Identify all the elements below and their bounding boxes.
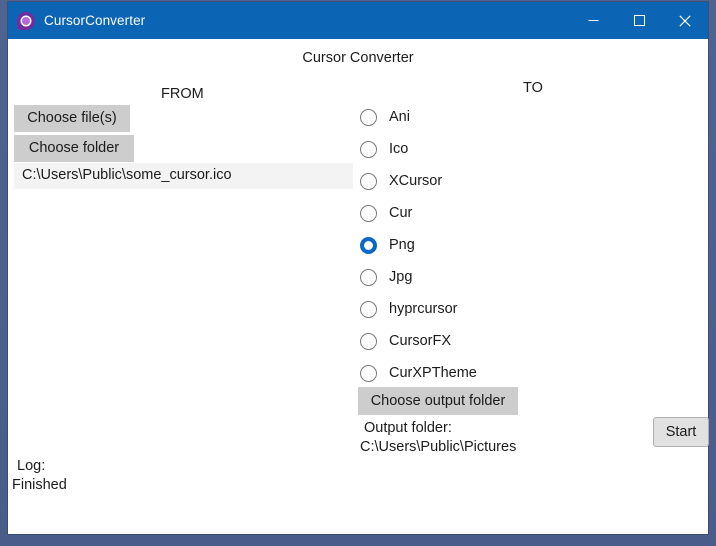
radio-label: XCursor (389, 173, 443, 189)
log-line: Finished (12, 477, 67, 493)
radio-option-jpg[interactable]: Jpg (360, 261, 580, 293)
radio-label: Jpg (389, 269, 413, 285)
client-area: Cursor Converter FROM TO Choose file(s) … (8, 39, 709, 534)
app-window: CursorConverter Cursor Converter FROM TO… (8, 2, 709, 534)
from-section-label: FROM (161, 86, 204, 102)
app-icon-inner-dot (22, 16, 30, 25)
radio-option-ico[interactable]: Ico (360, 133, 580, 165)
output-folder-info: Output folder: C:\Users\Public\Pictures (360, 419, 516, 457)
selected-files-list[interactable]: C:\Users\Public\some_cursor.ico (14, 163, 353, 189)
radio-label: hyprcursor (389, 301, 458, 317)
radio-icon[interactable] (360, 140, 377, 158)
log-caption: Log: (17, 458, 46, 474)
close-icon[interactable] (662, 2, 708, 39)
radio-icon[interactable] (360, 332, 377, 350)
choose-output-folder-button[interactable]: Choose output folder (358, 387, 518, 415)
radio-label: Png (389, 237, 415, 253)
output-folder-caption: Output folder: (364, 420, 452, 436)
radio-option-cursorfx[interactable]: CursorFX (360, 325, 580, 357)
radio-label: Ani (389, 109, 410, 125)
radio-icon[interactable] (360, 300, 377, 318)
title-bar: CursorConverter (8, 2, 708, 39)
radio-label: CursorFX (389, 333, 452, 349)
radio-label: Ico (389, 141, 409, 157)
radio-option-png[interactable]: Png (360, 229, 580, 261)
radio-icon[interactable] (360, 364, 377, 382)
to-section-label: TO (523, 80, 543, 96)
radio-option-xcursor[interactable]: XCursor (360, 165, 580, 197)
radio-option-hyprcursor[interactable]: hyprcursor (360, 293, 580, 325)
maximize-icon[interactable] (616, 2, 662, 39)
radio-icon[interactable] (360, 108, 377, 126)
output-format-radio-group: Ani Ico XCursor Cur Png Jpg hyprcursor C… (360, 101, 580, 389)
minimize-icon[interactable] (570, 2, 616, 39)
log-panel: Log: Finished (12, 457, 67, 495)
radio-label: CurXPTheme (389, 365, 477, 381)
radio-icon[interactable] (360, 172, 377, 190)
radio-option-cur[interactable]: Cur (360, 197, 580, 229)
output-folder-path: C:\Users\Public\Pictures (360, 439, 517, 455)
desktop-frame: CursorConverter Cursor Converter FROM TO… (0, 0, 716, 546)
window-title: CursorConverter (44, 13, 146, 28)
choose-files-button[interactable]: Choose file(s) (14, 105, 130, 132)
radio-icon[interactable] (360, 204, 377, 222)
radio-option-ani[interactable]: Ani (360, 101, 580, 133)
window-controls (570, 2, 708, 39)
radio-label: Cur (389, 205, 413, 221)
app-cursor-icon (17, 11, 35, 30)
radio-option-curxptheme[interactable]: CurXPTheme (360, 357, 580, 389)
choose-folder-button[interactable]: Choose folder (14, 135, 134, 162)
page-title: Cursor Converter (302, 50, 414, 66)
start-button[interactable]: Start (653, 417, 709, 447)
radio-icon[interactable] (360, 268, 377, 286)
radio-icon-selected[interactable] (360, 236, 377, 254)
list-item[interactable]: C:\Users\Public\some_cursor.ico (22, 167, 232, 183)
